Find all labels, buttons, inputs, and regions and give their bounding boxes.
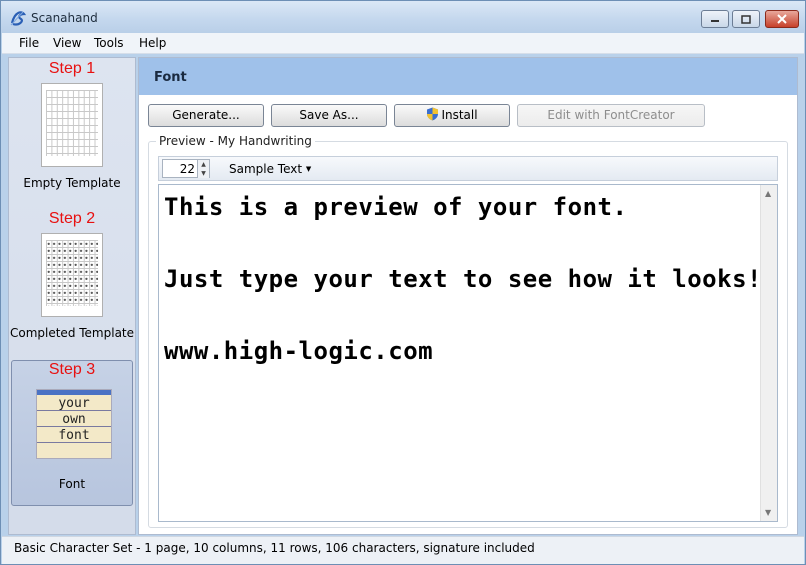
step-3-title: Step 3 [48, 361, 96, 378]
spin-down-icon[interactable]: ▼ [197, 169, 209, 178]
title-bar[interactable]: Scanahand [1, 1, 805, 33]
sample-text-dropdown[interactable]: Sample Text ▼ [229, 162, 311, 176]
uac-shield-icon [427, 107, 439, 121]
preview-text-area[interactable]: This is a preview of your font. Just typ… [158, 184, 778, 522]
step-3-label: Font [58, 477, 86, 491]
status-bar: Basic Character Set - 1 page, 10 columns… [2, 536, 804, 564]
save-as-button[interactable]: Save As... [271, 104, 387, 127]
vertical-scrollbar[interactable]: ▲ ▼ [760, 185, 777, 521]
font-thumbnail: your own font [36, 389, 112, 459]
edit-with-fontcreator-button: Edit with FontCreator [517, 104, 705, 127]
section-title: Font [154, 70, 187, 85]
minimize-icon [711, 20, 719, 22]
close-icon [777, 14, 787, 24]
font-size-spinner[interactable]: 22 ▲ ▼ [162, 159, 210, 178]
preview-toolbar: 22 ▲ ▼ Sample Text ▼ [158, 156, 778, 181]
generate-button[interactable]: Generate... [148, 104, 264, 127]
status-text: Basic Character Set - 1 page, 10 columns… [14, 541, 535, 555]
step-3-font[interactable]: Step 3 your own font Font [11, 360, 133, 506]
font-thumb-word: font [37, 427, 111, 443]
app-window: Scanahand File View Tools Help Step 1 Em… [0, 0, 806, 565]
completed-template-thumbnail [41, 233, 103, 317]
font-thumb-word: own [37, 411, 111, 427]
font-panel: Font Generate... Save As... Install Edit… [138, 57, 798, 535]
window-title: Scanahand [31, 11, 98, 25]
install-button[interactable]: Install [394, 104, 510, 127]
section-header: Font [139, 58, 797, 95]
close-button[interactable] [765, 10, 799, 28]
install-label: Install [441, 108, 478, 122]
step-1-label: Empty Template [23, 176, 121, 190]
menu-file[interactable]: File [19, 36, 39, 50]
scroll-up-icon[interactable]: ▲ [765, 189, 771, 198]
step-2-title: Step 2 [48, 210, 96, 227]
preview-line: www.high-logic.com [164, 337, 434, 365]
menu-view[interactable]: View [53, 36, 81, 50]
spin-up-icon[interactable]: ▲ [197, 160, 209, 169]
maximize-icon [741, 14, 751, 24]
menu-help[interactable]: Help [139, 36, 166, 50]
step-1-title: Step 1 [48, 60, 96, 77]
steps-sidebar: Step 1 Empty Template Step 2 Completed T… [8, 57, 136, 535]
preview-group: Preview - My Handwriting 22 ▲ ▼ Sample T… [148, 134, 788, 528]
menu-bar: File View Tools Help [2, 33, 804, 54]
maximize-button[interactable] [732, 10, 760, 28]
preview-group-label: Preview - My Handwriting [156, 134, 315, 148]
font-size-value: 22 [179, 162, 195, 176]
scroll-down-icon[interactable]: ▼ [765, 508, 771, 517]
minimize-button[interactable] [701, 10, 729, 28]
preview-text[interactable]: This is a preview of your font. Just typ… [164, 189, 762, 369]
step-2-label: Completed Template [9, 326, 135, 340]
sample-text-label: Sample Text [229, 162, 303, 176]
dropdown-arrow-icon: ▼ [305, 165, 312, 173]
preview-line: Just type your text to see how it looks! [164, 265, 762, 293]
font-thumb-word: your [37, 395, 111, 411]
empty-template-thumbnail [41, 83, 103, 167]
menu-tools[interactable]: Tools [94, 36, 124, 50]
scanahand-app-icon [10, 11, 27, 26]
preview-line: This is a preview of your font. [164, 193, 628, 221]
